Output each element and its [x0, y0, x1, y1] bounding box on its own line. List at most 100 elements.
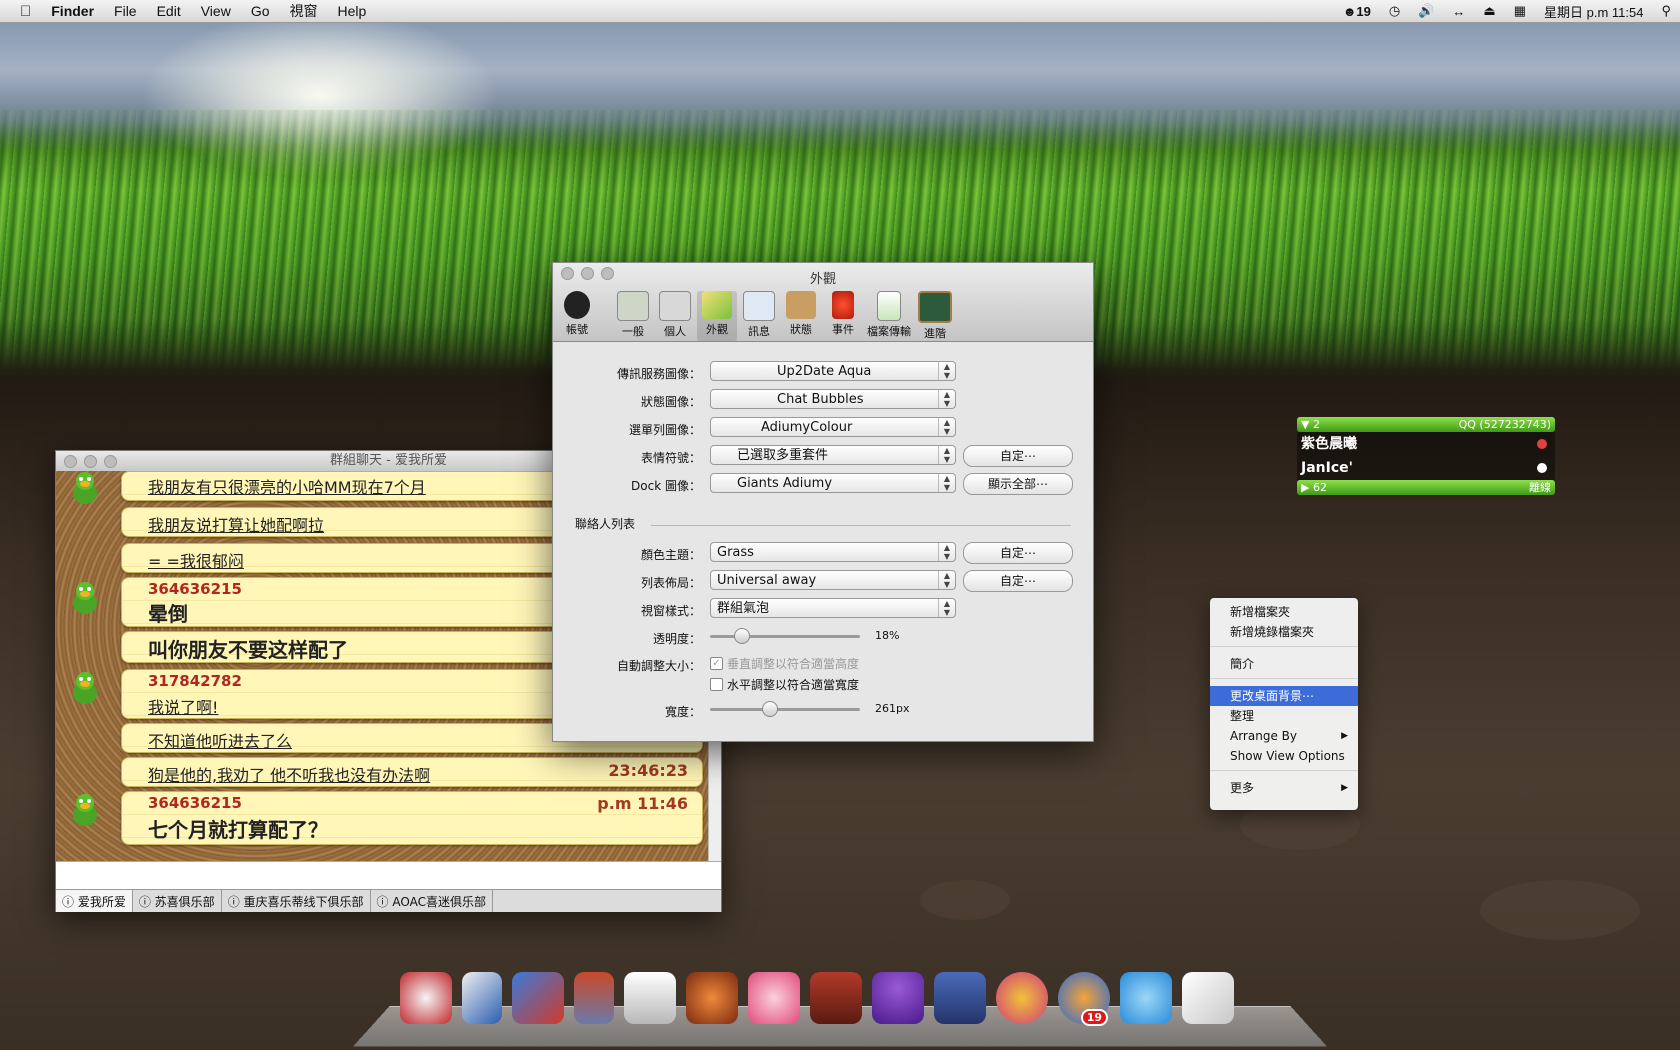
network-icon[interactable]: ↔ [1452, 4, 1465, 19]
dock: 19 [400, 972, 1244, 1024]
menu-clean-up[interactable]: 整理 [1210, 706, 1358, 726]
menu-bar:  Finder File Edit View Go 視窗 Help ☻19 ◷… [0, 0, 1680, 23]
status-sign-icon [786, 291, 816, 319]
service-icons-popup[interactable]: Up2Date Aqua ▲ ▼ [710, 361, 956, 381]
menu-change-desktop-background[interactable]: 更改桌面背景⋯ [1210, 686, 1358, 706]
balloon-icon[interactable] [996, 972, 1048, 1024]
contact-list-section-title: 聯絡人列表 [575, 515, 635, 532]
minimize-button[interactable] [84, 455, 97, 468]
zoom-button[interactable] [104, 455, 117, 468]
row-width: 寬度： 261px [553, 699, 1093, 723]
width-slider-knob[interactable] [762, 701, 778, 717]
tab-personal[interactable]: 個人 [655, 291, 695, 341]
apple-icon[interactable]:  [20, 3, 31, 20]
menu-separator [1210, 646, 1358, 647]
cyberduck-icon[interactable] [512, 972, 564, 1024]
menu-separator [1210, 770, 1358, 771]
white-box-icon[interactable] [1182, 972, 1234, 1024]
dock-show-all-button[interactable]: 顯示全部⋯ [963, 473, 1073, 495]
us-flag-icon[interactable]: ▦ [1514, 3, 1526, 19]
contact-item[interactable]: JanIce' [1297, 456, 1555, 480]
message-sender: 364636215 [148, 580, 242, 598]
adium-status-icon[interactable]: ☻19 [1343, 4, 1371, 19]
color-theme-customize-button[interactable]: 自定⋯ [963, 542, 1073, 564]
twitter-bird-icon[interactable] [1120, 972, 1172, 1024]
robot-icon[interactable] [934, 972, 986, 1024]
appearance-icon [702, 291, 732, 319]
adium-unread-badge: 19 [1081, 1009, 1108, 1026]
menu-view[interactable]: View [201, 3, 231, 19]
eject-icon[interactable]: ⏏ [1483, 3, 1495, 19]
menu-get-info[interactable]: 簡介 [1210, 654, 1358, 674]
menubar-icons-popup[interactable]: AdiumyColour ▲ ▼ [710, 417, 956, 437]
tab-status[interactable]: 狀態 [781, 291, 821, 341]
finder-plane-icon[interactable] [400, 972, 452, 1024]
tab-general[interactable]: 一般 [613, 291, 653, 341]
spartan-helmet-icon[interactable] [686, 972, 738, 1024]
tab-messages[interactable]: 訊息 [739, 291, 779, 341]
menu-new-folder[interactable]: 新增檔案夾 [1210, 602, 1358, 622]
tab-file-transfer[interactable]: 檔案傳輸 [865, 291, 913, 341]
time-machine-icon[interactable]: ◷ [1389, 3, 1400, 19]
message-time: p.m 11:46 [597, 794, 688, 813]
list-layout-popup[interactable]: Universal away ▲ ▼ [710, 570, 956, 590]
list-layout-customize-button[interactable]: 自定⋯ [963, 570, 1073, 592]
submenu-arrow-icon: ▶ [1341, 726, 1348, 746]
emoticons-popup[interactable]: 已選取多重套件 ▲ ▼ [710, 445, 956, 465]
vertical-autosize-checkbox[interactable]: ✓ 垂直調整以符合適當高度 [710, 655, 859, 672]
volume-icon[interactable]: 🔊 [1418, 3, 1434, 19]
prefs-title: 外觀 [553, 268, 1093, 287]
menu-help[interactable]: Help [338, 3, 367, 19]
menu-more[interactable]: 更多 ▶ [1210, 778, 1358, 798]
menu-arrange-by[interactable]: Arrange By ▶ [1210, 726, 1358, 746]
menu-app-name[interactable]: Finder [51, 3, 94, 19]
status-icons-popup[interactable]: Chat Bubbles ▲ ▼ [710, 389, 956, 409]
contact-item[interactable]: 紫色晨曦 [1297, 432, 1555, 456]
horizontal-autosize-checkbox[interactable]: 水平調整以符合適當寬度 [710, 676, 859, 693]
disclosure-right-icon: ▶ [1301, 481, 1309, 494]
busy-status-icon [1537, 439, 1547, 449]
armchair-icon[interactable] [810, 972, 862, 1024]
window-controls [64, 455, 117, 468]
adium-unread-count: 19 [1356, 4, 1370, 19]
row-opacity: 透明度： 18% [553, 626, 1093, 650]
lighthouse-icon[interactable] [574, 972, 614, 1024]
tab-appearance[interactable]: 外觀 [697, 291, 737, 341]
adium-duck-icon[interactable]: 19 [1058, 972, 1110, 1024]
tab-advanced[interactable]: 進階 [915, 291, 955, 341]
window-style-popup[interactable]: 群組氣泡 ▲ ▼ [710, 598, 956, 618]
pencil-icon[interactable] [462, 972, 502, 1024]
opacity-slider[interactable] [710, 635, 860, 638]
menu-edit[interactable]: Edit [157, 3, 181, 19]
tab-chat-4[interactable]: ⓘ AOAC喜迷俱乐部 [371, 890, 493, 912]
file-transfer-icon [877, 291, 901, 321]
popup-arrows-icon: ▲ ▼ [938, 362, 955, 380]
menu-new-burn-folder[interactable]: 新增燒錄檔案夾 [1210, 622, 1358, 642]
menu-show-view-options[interactable]: Show View Options [1210, 746, 1358, 766]
checkmark-icon: ✓ [710, 657, 723, 670]
tab-events[interactable]: 事件 [823, 291, 863, 341]
spotlight-icon[interactable]: ⚲ [1661, 3, 1671, 19]
dock-icon-popup[interactable]: Giants Adiumy ▲ ▼ [710, 473, 956, 493]
tab-accounts[interactable]: 帳號 [557, 291, 597, 341]
umbrella-icon[interactable] [872, 972, 924, 1024]
menu-clock[interactable]: 星期日 p.m 11:54 [1544, 2, 1643, 21]
chopper-icon[interactable] [748, 972, 800, 1024]
width-slider[interactable] [710, 708, 860, 711]
menu-go[interactable]: Go [251, 3, 270, 19]
contact-group-offline[interactable]: ▶ 62 離線 [1297, 480, 1555, 495]
contact-group-online[interactable]: ▼ 2 QQ (527232743) [1297, 417, 1555, 432]
duck-avatar-icon [70, 581, 100, 615]
menu-window[interactable]: 視窗 [290, 1, 318, 21]
tab-chat-3[interactable]: ⓘ 重庆喜乐蒂线下俱乐部 [222, 890, 371, 912]
color-theme-popup[interactable]: Grass ▲ ▼ [710, 542, 956, 562]
menu-file[interactable]: File [114, 3, 137, 19]
tab-chat-2[interactable]: ⓘ 苏喜俱乐部 [133, 890, 222, 912]
tab-chat-1[interactable]: ⓘ 爱我所爱 [56, 890, 133, 912]
transmit-truck-icon[interactable] [624, 972, 676, 1024]
message-sender: 317842782 [148, 672, 242, 690]
close-button[interactable] [64, 455, 77, 468]
emoticons-customize-button[interactable]: 自定⋯ [963, 445, 1073, 467]
chat-input[interactable] [56, 861, 721, 890]
opacity-slider-knob[interactable] [734, 628, 750, 644]
